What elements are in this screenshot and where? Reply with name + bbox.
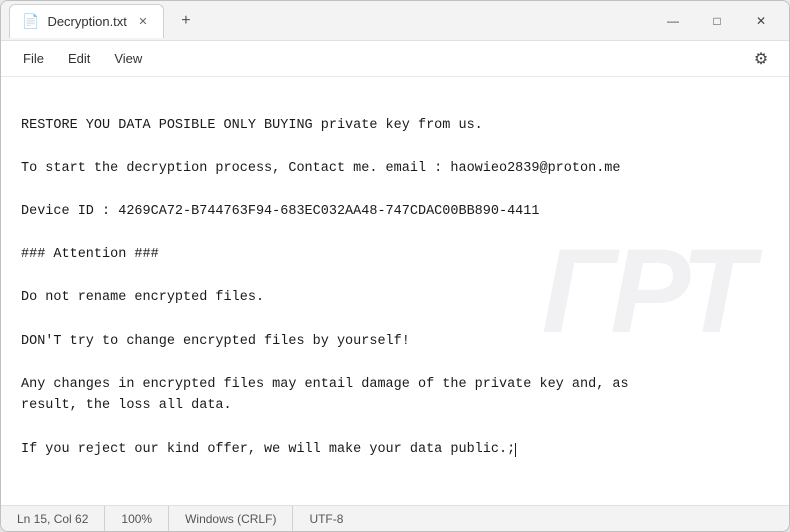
title-bar-left: 📄 Decryption.txt ✕ + xyxy=(9,4,653,38)
text-cursor xyxy=(515,443,516,457)
window-controls: — □ ✕ xyxy=(653,7,781,35)
menu-items-group: File Edit View xyxy=(13,47,152,70)
menu-file[interactable]: File xyxy=(13,47,54,70)
line-8: If you reject our kind offer, we will ma… xyxy=(21,442,516,457)
line-4: ### Attention ### xyxy=(21,247,159,262)
line-1: RESTORE YOU DATA POSIBLE ONLY BUYING pri… xyxy=(21,118,483,133)
zoom-level: 100% xyxy=(105,506,169,531)
active-tab[interactable]: 📄 Decryption.txt ✕ xyxy=(9,4,164,38)
tab-close-button[interactable]: ✕ xyxy=(135,13,151,29)
close-button[interactable]: ✕ xyxy=(741,7,781,35)
menu-edit[interactable]: Edit xyxy=(58,47,100,70)
new-tab-button[interactable]: + xyxy=(172,7,200,35)
menu-view[interactable]: View xyxy=(104,47,152,70)
encoding: UTF-8 xyxy=(293,506,359,531)
cursor-position: Ln 15, Col 62 xyxy=(1,506,105,531)
line-6: DON'T try to change encrypted files by y… xyxy=(21,334,410,349)
line-2: To start the decryption process, Contact… xyxy=(21,161,621,176)
line-7: Any changes in encrypted files may entai… xyxy=(21,377,629,414)
title-bar: 📄 Decryption.txt ✕ + — □ ✕ xyxy=(1,1,789,41)
settings-icon[interactable]: ⚙ xyxy=(745,43,777,75)
minimize-button[interactable]: — xyxy=(653,7,693,35)
maximize-button[interactable]: □ xyxy=(697,7,737,35)
main-window: 📄 Decryption.txt ✕ + — □ ✕ File Edit Vie… xyxy=(0,0,790,532)
content-area: ГРТ RESTORE YOU DATA POSIBLE ONLY BUYING… xyxy=(1,77,789,505)
line-3: Device ID : 4269CA72-B744763F94-683EC032… xyxy=(21,204,539,219)
tab-title: Decryption.txt xyxy=(47,14,126,29)
line-5: Do not rename encrypted files. xyxy=(21,290,264,305)
file-icon: 📄 xyxy=(22,13,39,30)
status-bar: Ln 15, Col 62 100% Windows (CRLF) UTF-8 xyxy=(1,505,789,531)
line-ending: Windows (CRLF) xyxy=(169,506,293,531)
menu-bar: File Edit View ⚙ xyxy=(1,41,789,77)
text-editor[interactable]: RESTORE YOU DATA POSIBLE ONLY BUYING pri… xyxy=(1,77,789,505)
